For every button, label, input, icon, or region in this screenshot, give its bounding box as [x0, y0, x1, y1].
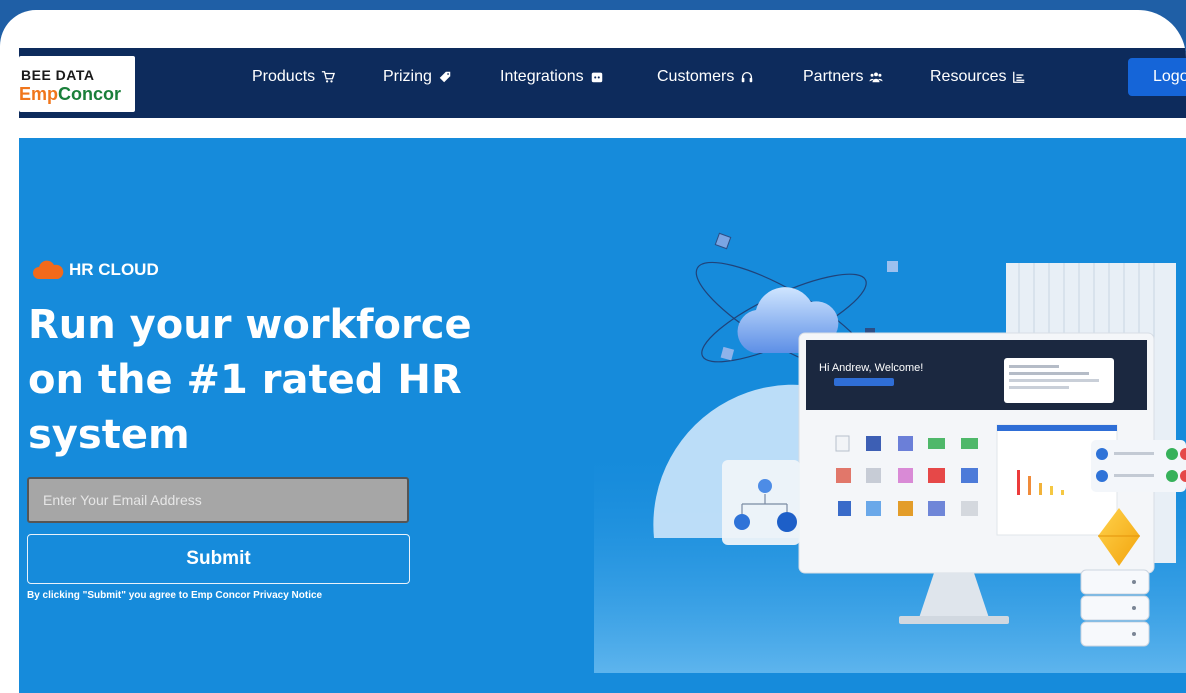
brand-logo[interactable]: BEE DATA EmpConcor: [19, 56, 135, 112]
nav-item-customers[interactable]: Customers: [657, 66, 754, 88]
hero-headline: Run your workforce on the #1 rated HR sy…: [28, 298, 498, 463]
badge-label: HR CLOUD: [69, 260, 159, 279]
list-icon: [1013, 71, 1025, 83]
top-navbar: BEE DATA EmpConcor Products Prizing Inte…: [19, 48, 1186, 118]
nav-item-label: Partners: [803, 68, 864, 85]
hero-section: HR CLOUD Run your workforce on the #1 ra…: [19, 138, 1186, 693]
tag-icon: [439, 71, 451, 83]
server-stack-icon: [1080, 569, 1150, 647]
page-frame: BEE DATA EmpConcor Products Prizing Inte…: [0, 10, 1186, 693]
nav-item-label: Integrations: [500, 68, 584, 85]
brand-logo-line2: EmpConcor: [19, 84, 122, 104]
nav-item-label: Resources: [930, 68, 1007, 85]
hero-illustration: Hi Andrew, Welcome!: [594, 232, 1186, 673]
headline-line-3: system: [28, 412, 190, 458]
headset-icon: [742, 71, 753, 83]
nav-item-label: Products: [252, 68, 316, 85]
submit-button[interactable]: Submit: [27, 534, 410, 584]
nav-item-partners[interactable]: Partners: [803, 66, 884, 88]
puzzle-icon: [591, 72, 602, 83]
cloud-icon: [33, 260, 64, 279]
brand-logo-line1: BEE DATA: [21, 67, 95, 83]
nav-item-prizing[interactable]: Prizing: [383, 66, 452, 88]
privacy-notice: By clicking "Submit" you agree to Emp Co…: [27, 590, 323, 601]
nav-item-label: Customers: [657, 68, 735, 85]
email-field[interactable]: [27, 477, 409, 523]
org-chart-card: [722, 460, 800, 545]
headline-line-2: on the #1 rated HR: [28, 357, 462, 403]
users-icon: [869, 72, 884, 83]
cart-icon: [322, 71, 336, 83]
nav-item-resources[interactable]: Resources: [930, 66, 1026, 88]
nav-item-label: Prizing: [383, 68, 432, 85]
welcome-text: Hi Andrew, Welcome!: [819, 362, 923, 374]
login-button[interactable]: Logo: [1128, 58, 1186, 96]
headline-line-1: Run your workforce: [28, 302, 472, 348]
hr-cloud-badge: HR CLOUD: [31, 259, 159, 281]
nav-item-products[interactable]: Products: [252, 66, 336, 88]
nav-item-integrations[interactable]: Integrations: [500, 66, 604, 88]
approval-card: [1091, 440, 1186, 492]
